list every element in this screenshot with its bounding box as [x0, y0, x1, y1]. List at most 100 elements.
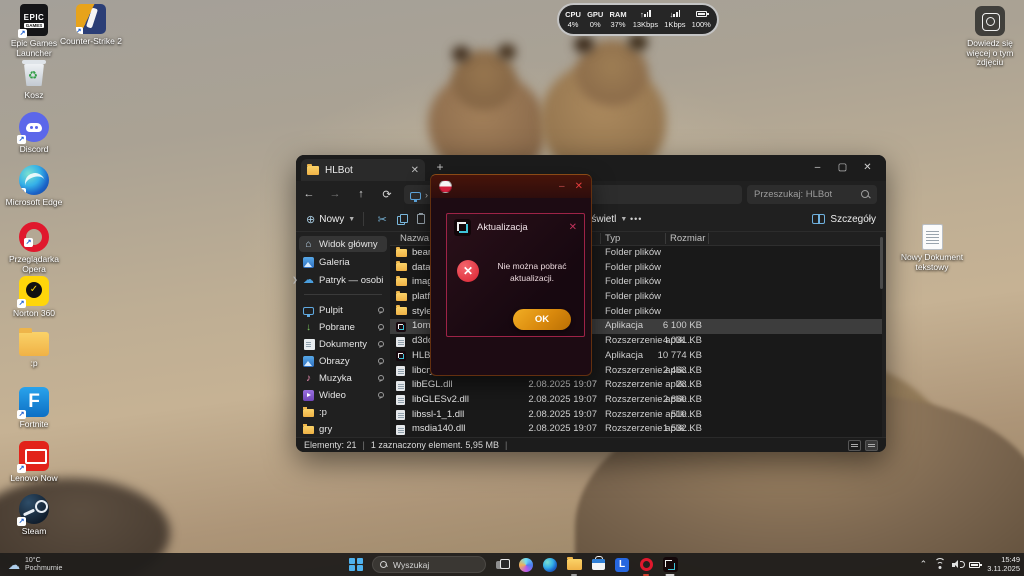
hlbot-minimize-button[interactable]: –: [559, 181, 565, 192]
file-type: Folder plików: [605, 262, 661, 273]
text-file-icon: [922, 224, 943, 250]
sidebar-item-folder-p[interactable]: :p: [299, 404, 387, 420]
start-button[interactable]: [348, 557, 364, 573]
toolbar-divider: [363, 212, 364, 226]
list-view-toggle[interactable]: [848, 440, 861, 451]
maximize-button[interactable]: ▢: [830, 155, 855, 181]
weather-widget[interactable]: ☁ 10°C Pochmurnie: [8, 557, 62, 573]
tab-close-icon[interactable]: ✕: [411, 165, 419, 176]
column-divider[interactable]: [665, 233, 666, 244]
edge-icon: ↗: [19, 165, 49, 195]
copilot-button[interactable]: [518, 557, 534, 573]
hidden-icons-chevron[interactable]: ⌃: [920, 559, 928, 570]
expand-chevron-icon[interactable]: ❯: [292, 276, 298, 284]
explorer-taskbar-button[interactable]: [566, 557, 582, 573]
new-button[interactable]: ⊕ Nowy ▼: [306, 213, 355, 226]
desktop-icon-lenovo-now[interactable]: ↗ Lenovo Now: [1, 441, 67, 484]
microsoft-store-icon: [592, 559, 605, 570]
hlbot-title-bar[interactable]: – ✕: [431, 175, 591, 198]
sidebar-item-documents[interactable]: Dokumenty: [299, 336, 387, 352]
battery-icon[interactable]: [969, 562, 980, 568]
sidebar-item-home[interactable]: Widok główny: [299, 236, 387, 252]
task-view-button[interactable]: [494, 557, 510, 573]
upload-value: 13Kbps: [633, 21, 658, 29]
edge-taskbar-button[interactable]: [542, 557, 558, 573]
sidebar-item-downloads[interactable]: Pobrane: [299, 319, 387, 335]
upload-icon: ↑: [633, 10, 658, 19]
desktop-icon-counter-strike-2[interactable]: ↗ Counter-Strike 2: [58, 4, 124, 47]
item-count: Elementy: 21: [304, 440, 357, 450]
close-button[interactable]: ✕: [855, 155, 880, 181]
desktop-icon-recycle-bin[interactable]: ♻ Kosz: [1, 58, 67, 101]
fortnite-icon: F↗: [19, 387, 49, 417]
l-app-taskbar-button[interactable]: L: [614, 557, 630, 573]
poland-flag-icon[interactable]: [439, 180, 452, 193]
minimize-button[interactable]: –: [805, 155, 830, 181]
taskbar-search[interactable]: Wyszukaj: [372, 556, 486, 573]
new-tab-button[interactable]: +: [433, 160, 447, 174]
desktop-icon-folder-p[interactable]: :p: [1, 332, 67, 369]
sidebar-label: Galeria: [319, 257, 350, 268]
copy-button[interactable]: [397, 214, 406, 224]
opera-taskbar-button[interactable]: [638, 557, 654, 573]
search-placeholder: Przeszukaj: HLBot: [754, 189, 832, 200]
system-tray: ⌃ 15:49 3.11.2025: [920, 553, 1020, 576]
clock[interactable]: 15:49 3.11.2025: [987, 556, 1020, 573]
hlbot-close-button[interactable]: ✕: [575, 181, 583, 192]
file-type: Folder plików: [605, 276, 661, 287]
sidebar-item-gry[interactable]: gry: [299, 421, 387, 437]
dialog-close-icon[interactable]: ✕: [569, 222, 577, 233]
sidebar-item-desktop[interactable]: Pulpit: [299, 302, 387, 318]
sidebar-label: Muzyka: [319, 373, 352, 384]
forward-button[interactable]: →: [322, 188, 348, 200]
ok-button[interactable]: OK: [513, 309, 571, 330]
sidebar-item-onedrive[interactable]: ❯ Patryk — osobis: [299, 272, 387, 288]
sidebar-item-gallery[interactable]: Galeria: [299, 254, 387, 270]
store-taskbar-button[interactable]: [590, 557, 606, 573]
desktop-icon-opera[interactable]: ↗ Przeglądarka Opera: [1, 222, 67, 274]
folder-icon: [303, 426, 314, 434]
paste-button[interactable]: [417, 214, 425, 224]
column-divider[interactable]: [600, 233, 601, 244]
up-button[interactable]: ↑: [348, 188, 374, 200]
desktop-icon-spotlight[interactable]: Dowiedz się więcej o tym zdjęciu: [957, 6, 1023, 68]
file-row[interactable]: libEGL.dll 2.08.2025 19:07 Rozszerzenie …: [390, 378, 882, 393]
desktop-icon-fortnite[interactable]: F↗ Fortnite: [1, 387, 67, 430]
file-row[interactable]: libGLESv2.dll 2.08.2025 19:07 Rozszerzen…: [390, 393, 882, 408]
wifi-icon[interactable]: [934, 560, 945, 569]
explorer-tab-hlbot[interactable]: HLBot ✕: [301, 159, 425, 181]
desktop-icon-discord[interactable]: ↗ Discord: [1, 112, 67, 155]
file-row[interactable]: libssl-1_1.dll 2.08.2025 19:07 Rozszerze…: [390, 408, 882, 423]
shortcut-arrow-icon: ↗: [17, 410, 26, 419]
chevron-down-icon: ▼: [620, 216, 627, 223]
sidebar-item-music[interactable]: Muzyka: [299, 370, 387, 386]
folder-icon: [19, 332, 49, 356]
desktop-icon-text-document[interactable]: Nowy Dokument tekstowy: [899, 224, 965, 272]
ram-label: RAM: [609, 11, 626, 19]
documents-icon: [304, 339, 315, 350]
hlbot-taskbar-button[interactable]: [662, 557, 678, 573]
search-box[interactable]: Przeszukaj: HLBot: [747, 185, 877, 204]
file-row[interactable]: msdia140.dll 2.08.2025 19:07 Rozszerzeni…: [390, 422, 882, 437]
volume-icon[interactable]: [952, 560, 962, 569]
details-view-toggle[interactable]: [865, 440, 878, 451]
hlbot-app-window: – ✕ Aktualizacja ✕ ✕ Nie można pobrać ak…: [430, 174, 592, 376]
battery-stat: 100%: [692, 11, 711, 29]
scrollbar[interactable]: [880, 237, 883, 289]
details-pane-button[interactable]: Szczegóły: [812, 214, 876, 225]
shortcut-arrow-icon: ↗: [17, 299, 26, 308]
desktop-icon-microsoft-edge[interactable]: ↗ Microsoft Edge: [1, 165, 67, 208]
more-options-button[interactable]: •••: [630, 214, 642, 224]
search-icon[interactable]: [861, 190, 870, 199]
refresh-button[interactable]: ⟳: [374, 188, 400, 201]
column-name[interactable]: Nazwa: [400, 233, 429, 244]
desktop-icon-norton[interactable]: ↗ Norton 360: [1, 276, 67, 319]
column-divider[interactable]: [708, 233, 709, 244]
column-type[interactable]: Typ: [605, 233, 620, 244]
back-button[interactable]: ←: [296, 188, 322, 200]
sidebar-item-pictures[interactable]: Obrazy: [299, 353, 387, 369]
desktop-icon-steam[interactable]: ↗ Steam: [1, 494, 67, 537]
sidebar-item-video[interactable]: Wideo: [299, 387, 387, 403]
column-size[interactable]: Rozmiar: [670, 233, 705, 244]
cut-button[interactable]: ✂: [372, 213, 392, 226]
